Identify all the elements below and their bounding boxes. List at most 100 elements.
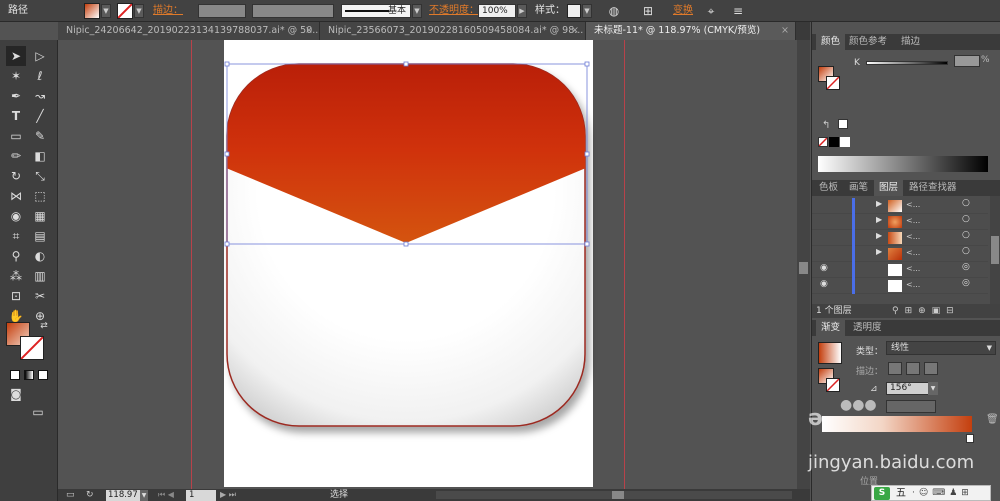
gradient-type-dropdown[interactable]: 线性 ▼ — [886, 341, 996, 355]
scroll-thumb[interactable] — [799, 262, 808, 274]
layer-actions-icons[interactable]: ⚲⊞⊕▣⊟ — [892, 304, 960, 318]
expand-icon[interactable]: ▶ — [876, 215, 882, 224]
white-swatch[interactable] — [840, 137, 850, 147]
target-icon[interactable]: ◎ — [962, 278, 970, 288]
artboard-nav-icon[interactable]: ▭ — [66, 489, 80, 501]
gradient-stop[interactable] — [966, 434, 974, 443]
layer-row[interactable]: ◉ <... ◎ — [812, 278, 988, 294]
selection-handle[interactable] — [403, 241, 409, 247]
layer-row[interactable]: ▶ <... ○ — [812, 230, 988, 246]
tab-layers[interactable]: 图层 — [874, 180, 904, 196]
delete-stop-icon[interactable]: 🗑 — [986, 414, 999, 425]
layer-name[interactable]: <... — [906, 264, 920, 273]
stroke-weight-field[interactable] — [198, 4, 246, 18]
tab-document-3[interactable]: 未标题-11* @ 118.97% (CMYK/预览) × — [586, 22, 796, 40]
none-swatch[interactable] — [818, 137, 828, 147]
channel-slider[interactable] — [866, 61, 948, 65]
expand-icon[interactable]: ▶ — [876, 247, 882, 256]
web-safe-swatch[interactable] — [838, 119, 848, 129]
target-icon[interactable]: ○ — [962, 198, 970, 208]
paintbrush-icon[interactable]: ✎ — [30, 126, 50, 146]
artwork[interactable] — [59, 40, 797, 491]
swap-colors-icon[interactable]: ⇄ — [34, 316, 54, 336]
layer-name[interactable]: <... — [906, 232, 920, 241]
tab-document-2[interactable]: Nipic_23566073_20190228160509458084.ai* … — [320, 22, 586, 40]
shape-builder-icon[interactable]: ◉ — [6, 206, 26, 226]
blend-icon[interactable]: ◐ — [30, 246, 50, 266]
scale-icon[interactable]: ⤡ — [30, 166, 50, 186]
direct-selection-tool-icon[interactable]: ▷ — [30, 46, 50, 66]
visibility-eye-icon[interactable]: ◉ — [820, 263, 828, 273]
tab-swatches[interactable]: 色板 — [814, 180, 843, 196]
selection-handle[interactable] — [224, 61, 230, 67]
layer-name[interactable]: <... — [906, 200, 920, 209]
panel-menu-icon[interactable]: ≡ — [730, 3, 746, 19]
expand-icon[interactable]: ▶ — [876, 199, 882, 208]
target-icon[interactable]: ○ — [962, 246, 970, 256]
lasso-icon[interactable]: ℓ — [30, 66, 50, 86]
tab-stroke[interactable]: 描边 — [896, 34, 925, 50]
selection-handle[interactable] — [584, 241, 590, 247]
layer-name[interactable]: <... — [906, 248, 920, 257]
panel-stroke-swatch[interactable] — [826, 76, 840, 90]
layers-scrollbar[interactable] — [990, 196, 1000, 304]
eyedropper-icon[interactable]: ⚲ — [6, 246, 26, 266]
color-spectrum[interactable] — [818, 156, 988, 172]
black-swatch[interactable] — [829, 137, 839, 147]
align-icon[interactable]: ⊞ — [640, 3, 656, 19]
selection-handle[interactable] — [584, 61, 590, 67]
graphic-style-swatch[interactable] — [567, 4, 581, 18]
selection-handle[interactable] — [584, 151, 590, 157]
gradient-tool-icon[interactable]: ▤ — [30, 226, 50, 246]
stroke-apply-3-icon[interactable] — [924, 362, 938, 375]
close-icon[interactable]: × — [571, 22, 579, 40]
close-icon[interactable]: × — [781, 22, 789, 40]
layer-row[interactable]: ▶ <... ○ — [812, 198, 988, 214]
canvas[interactable] — [59, 40, 797, 491]
opacity-dropdown[interactable]: ▶ — [517, 4, 527, 18]
stroke-apply-1-icon[interactable] — [888, 362, 902, 375]
tab-document-1[interactable]: Nipic_24206642_20190223134139788037.ai* … — [58, 22, 320, 40]
graphic-style-dropdown[interactable]: ▼ — [582, 4, 592, 18]
layer-row[interactable]: ▶ <... ○ — [812, 246, 988, 262]
transform-label[interactable]: 变换 — [673, 0, 693, 22]
rotate-icon[interactable]: ↻ — [6, 166, 26, 186]
tab-pathfinder[interactable]: 路径查找器 — [904, 180, 962, 196]
gradient-stroke-swatch[interactable] — [826, 378, 840, 392]
zoom-dropdown[interactable]: ▼ — [140, 490, 148, 501]
fill-swatch[interactable] — [84, 3, 100, 19]
eraser-icon[interactable]: ◧ — [30, 146, 50, 166]
none-mode-icon[interactable] — [38, 370, 48, 380]
draw-mode-icon[interactable]: ◙ — [6, 384, 26, 404]
stroke-swatch[interactable] — [117, 3, 133, 19]
visibility-eye-icon[interactable]: ◉ — [820, 279, 828, 289]
layer-row[interactable]: ▶ <... ○ — [812, 214, 988, 230]
pencil-icon[interactable]: ✏ — [6, 146, 26, 166]
tab-color-guide[interactable]: 颜色参考 — [844, 34, 892, 50]
free-transform-icon[interactable]: ⬚ — [30, 186, 50, 206]
stroke-style-field[interactable]: 基本 — [341, 4, 411, 18]
layer-row[interactable]: ◉ <... ◎ — [812, 262, 988, 278]
tab-color[interactable]: 颜色 — [816, 34, 846, 50]
target-icon[interactable]: ◎ — [962, 262, 970, 272]
color-mode-icon[interactable] — [10, 370, 20, 380]
layer-name[interactable]: <... — [906, 216, 920, 225]
gradient-mode-icon[interactable] — [24, 370, 34, 380]
target-icon[interactable]: ○ — [962, 230, 970, 240]
gradient-preview[interactable] — [818, 342, 842, 364]
isolate-icon[interactable]: ⌖ — [703, 3, 719, 19]
pen-tool-icon[interactable]: ✒ — [6, 86, 26, 106]
stroke-style-dropdown[interactable]: ▼ — [412, 4, 422, 18]
type-tool-icon[interactable]: T — [6, 106, 26, 126]
rectangle-tool-icon[interactable]: ▭ — [6, 126, 26, 146]
ime-tools-icons[interactable]: ·☺⌨♟⊞ — [912, 486, 973, 501]
slice-tool-icon[interactable]: ✂ — [30, 286, 50, 306]
curvature-icon[interactable]: ↝ — [30, 86, 50, 106]
page-field[interactable]: 1 — [186, 490, 216, 501]
scroll-thumb[interactable] — [991, 236, 999, 264]
stroke-dropdown[interactable]: ▼ — [134, 4, 144, 18]
opacity-label[interactable]: 不透明度： — [429, 0, 479, 22]
target-icon[interactable]: ○ — [962, 214, 970, 224]
mesh-icon[interactable]: ⌗ — [6, 226, 26, 246]
selection-handle[interactable] — [224, 151, 230, 157]
